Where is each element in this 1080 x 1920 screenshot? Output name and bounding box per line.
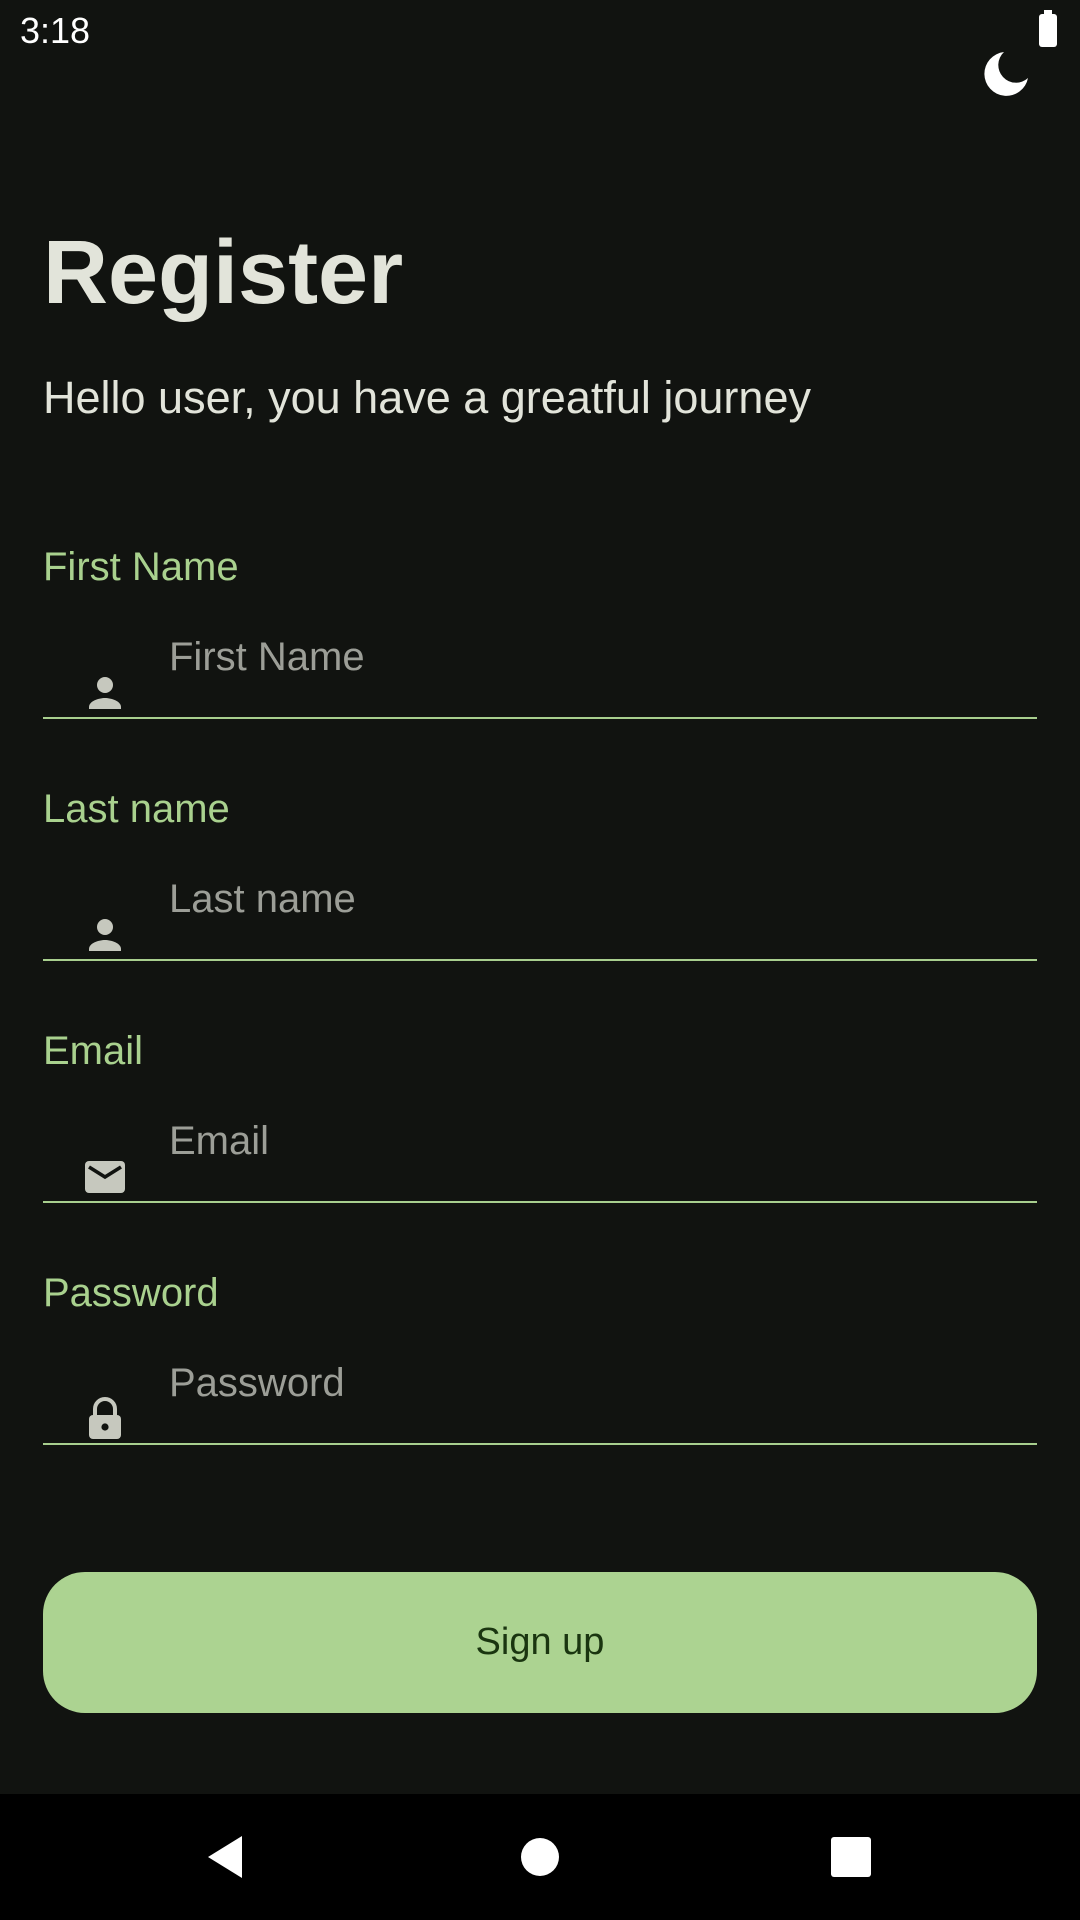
status-time: 3:18 bbox=[20, 10, 91, 51]
mail-icon bbox=[85, 1161, 125, 1193]
battery-full-icon bbox=[1039, 10, 1057, 47]
page-subtitle: Hello user, you have a greatful journey bbox=[43, 372, 811, 423]
password-input[interactable] bbox=[169, 1361, 1009, 1406]
last-name-field: Last name bbox=[43, 787, 1037, 1029]
first-name-label: First Name bbox=[43, 545, 239, 589]
recents-square-icon[interactable] bbox=[826, 1832, 876, 1882]
first-name-field: First Name bbox=[43, 545, 1037, 787]
home-circle-icon[interactable] bbox=[515, 1832, 565, 1882]
password-label: Password bbox=[43, 1271, 219, 1315]
last-name-label: Last name bbox=[43, 787, 230, 831]
last-name-input[interactable] bbox=[169, 877, 1009, 922]
sign-up-button[interactable]: Sign up bbox=[43, 1572, 1037, 1713]
lock-icon bbox=[89, 1397, 121, 1439]
email-label: Email bbox=[43, 1029, 144, 1073]
page-title: Register bbox=[43, 223, 404, 323]
first-name-input[interactable] bbox=[169, 635, 1009, 680]
email-input[interactable] bbox=[169, 1119, 1009, 1164]
person-icon bbox=[89, 919, 121, 951]
person-icon bbox=[89, 677, 121, 709]
email-field: Email bbox=[43, 1029, 1037, 1271]
back-triangle-icon[interactable] bbox=[202, 1832, 252, 1882]
moon-icon[interactable] bbox=[980, 48, 1032, 100]
password-field: Password bbox=[43, 1271, 1037, 1513]
